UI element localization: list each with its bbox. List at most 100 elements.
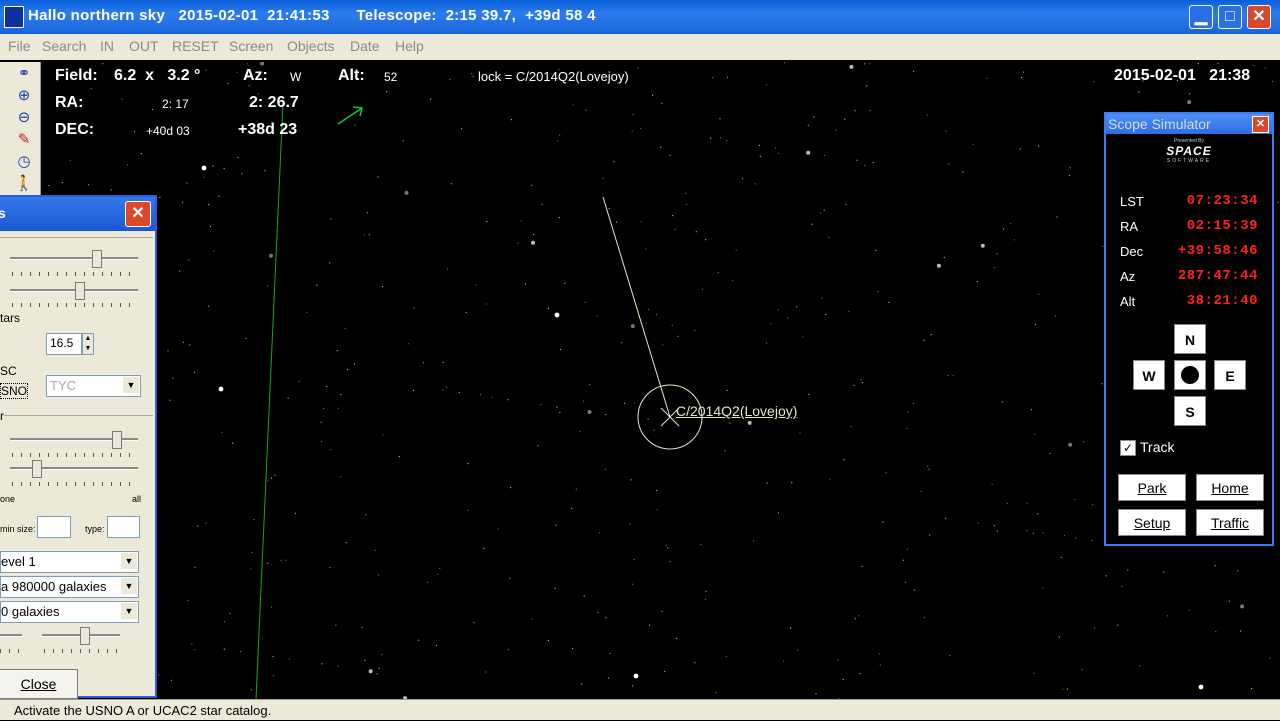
- star: [270, 606, 272, 608]
- star: [677, 335, 679, 337]
- track-label[interactable]: Track: [1140, 439, 1174, 455]
- star: [705, 590, 707, 592]
- walker-icon[interactable]: 🚶: [14, 174, 34, 194]
- star: [221, 431, 223, 433]
- star: [802, 336, 804, 338]
- star: [777, 309, 779, 311]
- dialog-title: s: [0, 205, 6, 221]
- star: [1117, 624, 1119, 626]
- star: [320, 440, 323, 443]
- menu-out[interactable]: OUT: [129, 38, 159, 54]
- star: [170, 679, 172, 681]
- pencil-icon[interactable]: ✎: [14, 130, 34, 150]
- star: [48, 184, 50, 187]
- comet-label[interactable]: C/2014Q2(Lovejoy): [676, 403, 797, 419]
- setup-button[interactable]: Setup: [1118, 509, 1186, 536]
- slider-track[interactable]: [10, 257, 138, 260]
- star: [1068, 175, 1071, 177]
- menu-reset[interactable]: RESET: [172, 38, 219, 54]
- sky-view[interactable]: Field: 6.2 x 3.2 ° Az: W Alt: 52 lock = …: [40, 62, 1280, 699]
- zoom-out-icon[interactable]: ⊖: [14, 108, 34, 128]
- star: [557, 140, 559, 142]
- slider-track[interactable]: [0, 634, 22, 637]
- star: [272, 675, 275, 677]
- menu-search[interactable]: Search: [42, 38, 86, 54]
- dialog-close-button[interactable]: Close: [0, 669, 78, 699]
- maximize-button[interactable]: □: [1218, 5, 1242, 29]
- stop-icon: [1181, 366, 1199, 384]
- menu-help[interactable]: Help: [395, 38, 424, 54]
- menu-objects[interactable]: Objects: [287, 38, 334, 54]
- space-software-logo: Presented By SPACE SOFTWARE: [1114, 138, 1264, 174]
- slider-thumb[interactable]: [32, 460, 42, 478]
- star: [269, 253, 274, 258]
- slider-thumb[interactable]: [112, 431, 122, 449]
- star: [1269, 657, 1271, 659]
- slider-track[interactable]: [10, 467, 138, 470]
- south-button[interactable]: S: [1174, 396, 1206, 426]
- slider-thumb[interactable]: [80, 627, 90, 645]
- star: [547, 307, 550, 309]
- star: [920, 490, 922, 492]
- minimize-button[interactable]: ▁: [1189, 5, 1213, 29]
- scope-close-icon[interactable]: ✕: [1252, 116, 1269, 133]
- star: [1139, 665, 1141, 667]
- star: [1058, 636, 1060, 638]
- magnitude-input[interactable]: 16.5: [46, 333, 82, 355]
- ra-value: 2: 26.7: [249, 94, 299, 111]
- scope-ra-value: 02:15:39: [1186, 218, 1258, 234]
- star: [821, 297, 823, 299]
- binoculars-icon[interactable]: ⚭: [14, 64, 34, 84]
- min-size-input[interactable]: [37, 516, 71, 538]
- east-button[interactable]: E: [1214, 360, 1246, 390]
- star: [227, 82, 229, 85]
- traffic-button[interactable]: Traffic: [1196, 509, 1264, 536]
- park-button[interactable]: Park: [1118, 474, 1186, 501]
- star: [848, 310, 850, 312]
- slider-track[interactable]: [10, 289, 138, 292]
- star: [186, 182, 188, 184]
- az-value: W: [290, 70, 302, 84]
- star: [386, 91, 388, 93]
- star: [584, 301, 586, 303]
- star: [450, 183, 452, 185]
- menu-date[interactable]: Date: [350, 38, 380, 54]
- stop-button[interactable]: [1174, 360, 1206, 390]
- galaxy-catalog-select-value: a 980000 galaxies: [1, 579, 107, 594]
- magnitude-spinner[interactable]: ▲ ▼: [82, 333, 94, 355]
- level-select[interactable]: evel 1 ▼: [0, 551, 139, 573]
- star: [1228, 600, 1230, 602]
- galaxy-count-select[interactable]: 0 galaxies ▼: [0, 601, 139, 623]
- menu-screen[interactable]: Screen: [229, 38, 273, 54]
- star: [929, 534, 931, 536]
- clock-icon[interactable]: ◷: [14, 152, 34, 172]
- west-button[interactable]: W: [1133, 360, 1165, 390]
- home-button[interactable]: Home: [1196, 474, 1264, 501]
- star: [607, 677, 610, 679]
- star: [778, 152, 780, 154]
- star: [996, 253, 998, 255]
- north-button[interactable]: N: [1174, 324, 1206, 354]
- star: [340, 393, 342, 396]
- star: [1019, 148, 1021, 150]
- star: [439, 567, 441, 569]
- type-input[interactable]: [107, 516, 140, 538]
- star: [531, 240, 535, 245]
- dialog-close-icon[interactable]: ✕: [125, 201, 151, 227]
- zoom-in-icon[interactable]: ⊕: [14, 86, 34, 106]
- star: [835, 129, 837, 131]
- star: [1013, 239, 1016, 241]
- slider-thumb[interactable]: [92, 250, 102, 268]
- star: [766, 482, 768, 484]
- galaxy-catalog-select[interactable]: a 980000 galaxies ▼: [0, 576, 139, 598]
- star: [949, 654, 951, 657]
- track-checkbox[interactable]: ✓: [1120, 440, 1136, 456]
- star: [336, 350, 338, 352]
- menu-in[interactable]: IN: [100, 38, 114, 54]
- tyc-select[interactable]: TYC ▼: [46, 375, 141, 397]
- menu-file[interactable]: File: [8, 38, 31, 54]
- star: [845, 203, 847, 205]
- slider-thumb[interactable]: [75, 282, 85, 300]
- usno-option[interactable]: SNO: [0, 383, 29, 399]
- close-button[interactable]: ✕: [1247, 5, 1271, 29]
